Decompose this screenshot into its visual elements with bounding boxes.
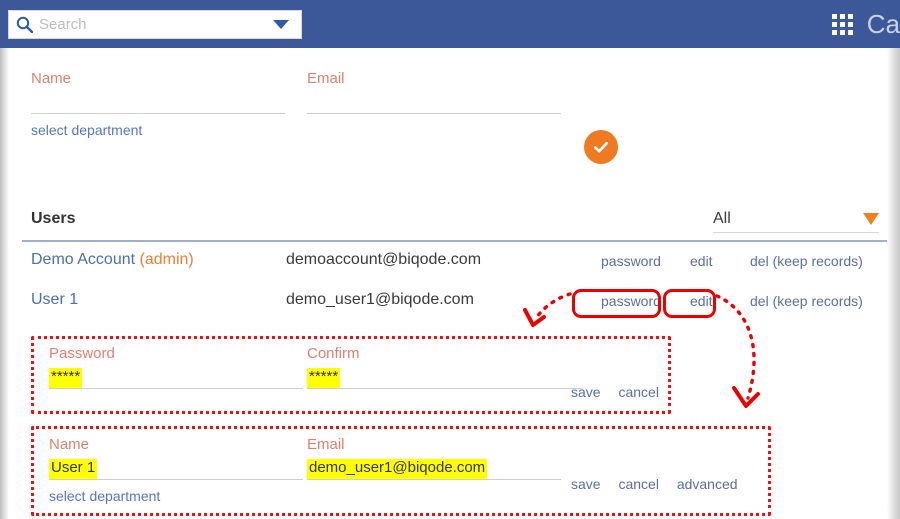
password-edit-panel: Password ***** Confirm ***** save cancel: [31, 336, 671, 414]
edit-name-field[interactable]: Name User 1 select department: [49, 436, 303, 504]
arrow-edit-head: [732, 386, 760, 408]
left-edge-shadow: [0, 48, 9, 519]
password-cancel-button[interactable]: cancel: [618, 384, 658, 400]
edit-select-department-link[interactable]: select department: [49, 488, 303, 504]
users-filter-value: All: [713, 210, 731, 227]
search-icon: [16, 16, 33, 33]
chevron-down-icon[interactable]: [273, 20, 289, 29]
edit-email-input[interactable]: demo_user1@biqode.com: [307, 454, 561, 480]
create-email-label: Email: [307, 70, 345, 87]
brand-area: Ca: [831, 0, 900, 48]
users-divider: [22, 240, 887, 242]
password-label: Password: [49, 345, 115, 362]
create-name-field[interactable]: Name select department: [31, 70, 285, 138]
create-name-label: Name: [31, 70, 72, 87]
row-delete-action[interactable]: del (keep records): [750, 253, 863, 269]
triangle-down-icon[interactable]: [863, 213, 879, 225]
edit-email-label: Email: [307, 436, 345, 453]
edit-name-input[interactable]: User 1: [49, 454, 303, 480]
create-email-value: [307, 111, 311, 113]
edit-panel-actions: save cancel advanced: [571, 476, 738, 492]
password-save-button[interactable]: save: [571, 384, 601, 400]
confirm-password-label: Confirm: [307, 345, 360, 362]
edit-email-value: demo_user1@biqode.com: [307, 459, 488, 479]
password-panel-actions: save cancel: [571, 384, 659, 400]
table-row: User 1 demo_user1@biqode.com password ed…: [31, 291, 879, 321]
row-password-action[interactable]: password: [601, 253, 661, 269]
user-name[interactable]: Demo Account (admin): [31, 251, 194, 269]
users-filter-dropdown[interactable]: All: [713, 206, 879, 233]
create-email-field[interactable]: Email: [307, 70, 561, 114]
user-name-text: Demo Account: [31, 251, 136, 268]
search-box[interactable]: [8, 10, 302, 39]
create-name-input[interactable]: [31, 88, 285, 114]
user-name-text: User 1: [31, 291, 79, 308]
edit-email-field[interactable]: Email demo_user1@biqode.com: [307, 436, 561, 480]
password-value: *****: [49, 368, 83, 388]
edit-save-button[interactable]: save: [571, 476, 601, 492]
page-body: Name select department Email Users All D…: [0, 48, 900, 519]
app-root: Ca Name select department Email: [0, 0, 900, 519]
user-role-badge: (admin): [139, 251, 194, 268]
user-edit-panel: Name User 1 select department Email demo…: [31, 426, 771, 516]
edit-name-label: Name: [49, 436, 90, 453]
table-row: Demo Account (admin) demoaccount@biqode.…: [31, 251, 879, 281]
row-password-action[interactable]: password: [601, 293, 661, 309]
check-circle-icon: [591, 137, 611, 157]
create-name-value: [31, 111, 35, 113]
user-name[interactable]: User 1: [31, 291, 78, 309]
confirm-password-value: *****: [307, 368, 341, 388]
row-edit-action[interactable]: edit: [690, 253, 713, 269]
confirm-create-button[interactable]: [584, 130, 618, 164]
password-input[interactable]: *****: [49, 363, 303, 389]
user-email: demoaccount@biqode.com: [286, 251, 482, 268]
user-email: demo_user1@biqode.com: [286, 291, 474, 308]
edit-name-value: User 1: [49, 459, 98, 479]
brand-title: Ca: [866, 8, 900, 39]
confirm-password-field[interactable]: Confirm *****: [307, 345, 583, 389]
content-area: Name select department Email Users All D…: [9, 48, 887, 519]
search-input[interactable]: [39, 16, 273, 33]
create-select-department-link[interactable]: select department: [31, 122, 285, 138]
confirm-password-input[interactable]: *****: [307, 363, 583, 389]
edit-cancel-button[interactable]: cancel: [618, 476, 658, 492]
top-navigation-bar: Ca: [0, 0, 900, 48]
right-edge-shadow: [887, 48, 900, 519]
password-field[interactable]: Password *****: [49, 345, 303, 389]
row-edit-action[interactable]: edit: [690, 293, 713, 309]
create-email-input[interactable]: [307, 88, 561, 114]
grid-apps-icon[interactable]: [831, 13, 853, 35]
row-delete-action[interactable]: del (keep records): [750, 293, 863, 309]
edit-advanced-button[interactable]: advanced: [677, 476, 738, 492]
